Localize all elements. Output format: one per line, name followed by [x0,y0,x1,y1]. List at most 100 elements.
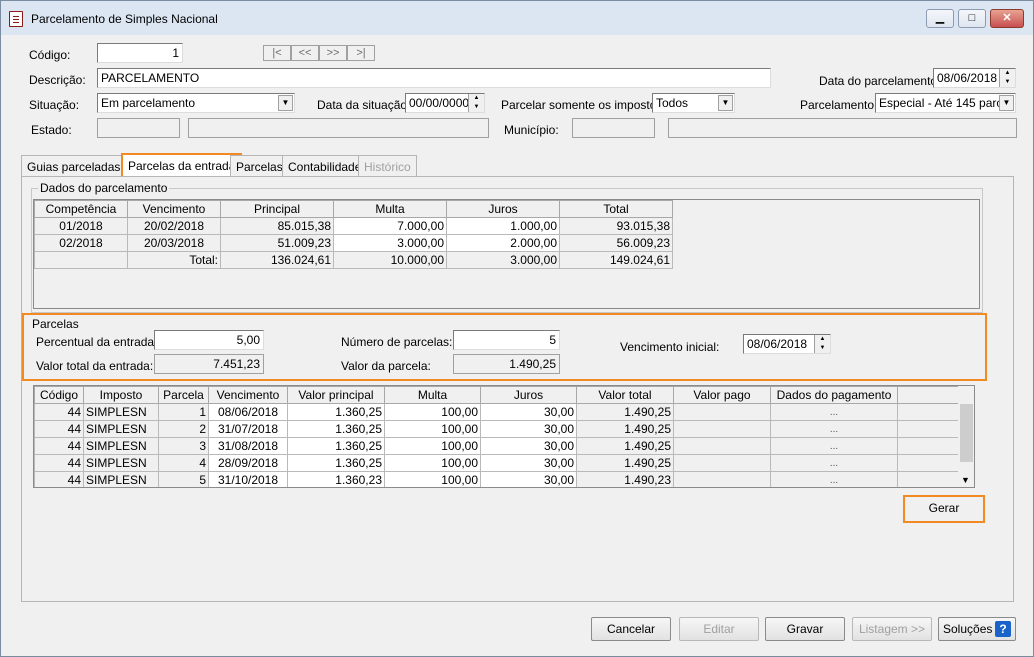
col-valor-principal[interactable]: Valor principal [287,386,385,404]
data-parcelamento-input[interactable]: 08/06/2018 ▲ ▼ [933,68,1016,88]
col-dados-pagamento[interactable]: Dados do pagamento [770,386,898,404]
cell[interactable]: 30,00 [480,454,577,472]
table-row[interactable]: 44 SIMPLESN 1 08/06/2018 1.360,25 100,00… [34,403,960,421]
parcelamento-select[interactable]: Especial - Até 145 parcel ▼ [875,93,1016,113]
tab-guias-parceladas[interactable]: Guias parceladas [21,155,127,177]
col-parcela[interactable]: Parcela [158,386,209,404]
cell[interactable]: 100,00 [384,420,481,438]
cell[interactable]: 1.360,25 [287,454,385,472]
cell: SIMPLESN [83,420,159,438]
dados-pagamento-button[interactable]: ... [770,437,898,455]
solucoes-button[interactable]: Soluções ? [938,617,1016,641]
cell[interactable]: 2.000,00 [446,234,560,252]
chevron-down-icon[interactable]: ▼ [961,475,970,485]
cell[interactable]: 30,00 [480,420,577,438]
gerar-button[interactable]: Gerar [907,499,981,519]
col-multa[interactable]: Multa [384,386,481,404]
col-codigo[interactable]: Código [34,386,84,404]
chevron-down-icon[interactable]: ▼ [718,95,733,111]
col-vencimento[interactable]: Vencimento [208,386,288,404]
table-row[interactable]: 44 SIMPLESN 4 28/09/2018 1.360,25 100,00… [34,454,960,472]
numero-parcelas-input[interactable]: 5 [453,330,560,350]
col-juros[interactable]: Juros [480,386,577,404]
dados-pagamento-button[interactable]: ... [770,471,898,487]
cell: 56.009,23 [559,234,673,252]
dados-pagamento-button[interactable]: ... [770,420,898,438]
col-imposto[interactable]: Imposto [83,386,159,404]
cancelar-button[interactable]: Cancelar [591,617,671,641]
percentual-input[interactable]: 5,00 [154,330,264,350]
cell[interactable]: 100,00 [384,403,481,421]
cell[interactable]: 1.000,00 [446,217,560,235]
table-row[interactable]: 02/2018 20/03/2018 51.009,23 3.000,00 2.… [34,234,673,252]
next-record-button[interactable]: >> [319,45,347,61]
cell[interactable]: 100,00 [384,437,481,455]
cell[interactable]: 31/08/2018 [208,437,288,455]
parcelas-entrada-grid[interactable]: Código Imposto Parcela Vencimento Valor … [33,385,975,488]
col-multa[interactable]: Multa [333,200,447,218]
data-situacao-input[interactable]: 00/00/0000 ▲ ▼ [405,93,485,113]
tab-parcelas-da-entrada[interactable]: Parcelas da entrada [121,153,243,178]
col-juros[interactable]: Juros [446,200,560,218]
maximize-button[interactable]: □ [958,9,986,28]
scrollbar-thumb[interactable] [960,404,973,462]
table-row[interactable]: 44 SIMPLESN 2 31/07/2018 1.360,25 100,00… [34,420,960,438]
estado-code-input[interactable] [97,118,180,138]
vencimento-inicial-spin[interactable]: ▲ ▼ [814,335,830,353]
table-row[interactable]: 44 SIMPLESN 3 31/08/2018 1.360,25 100,00… [34,437,960,455]
municipio-name-input[interactable] [668,118,1017,138]
cell[interactable]: 7.000,00 [333,217,447,235]
codigo-input[interactable]: 1 [97,43,183,63]
gravar-button[interactable]: Gravar [765,617,845,641]
cell[interactable]: 1.360,25 [287,437,385,455]
col-principal[interactable]: Principal [220,200,334,218]
cell[interactable]: 31/10/2018 [208,471,288,487]
cell[interactable]: 30,00 [480,437,577,455]
data-situacao-spin[interactable]: ▲ ▼ [468,94,484,112]
dados-pagamento-button[interactable]: ... [770,403,898,421]
municipio-code-input[interactable] [572,118,655,138]
cell: 1.490,23 [576,471,674,487]
first-record-button[interactable]: |< [263,45,291,61]
table-row[interactable]: 44 SIMPLESN 5 31/10/2018 1.360,23 100,00… [34,471,960,487]
dados-pagamento-button[interactable]: ... [770,454,898,472]
cell[interactable]: 100,00 [384,471,481,487]
cell: 5 [158,471,209,487]
cell[interactable]: 30,00 [480,471,577,487]
col-competencia[interactable]: Competência [34,200,128,218]
col-vencimento[interactable]: Vencimento [127,200,221,218]
previous-record-button[interactable]: << [291,45,319,61]
tab-contabilidade[interactable]: Contabilidade [282,155,368,177]
cell[interactable]: 28/09/2018 [208,454,288,472]
tab-parcelas[interactable]: Parcelas [230,155,289,177]
parcelar-select[interactable]: Todos ▼ [652,93,735,113]
minimize-button[interactable]: ▁ [926,9,954,28]
last-record-button[interactable]: >| [347,45,375,61]
descricao-input[interactable]: PARCELAMENTO [97,68,771,88]
chevron-down-icon[interactable]: ▼ [999,95,1014,111]
estado-name-input[interactable] [188,118,489,138]
cell[interactable]: 1.360,25 [287,403,385,421]
col-valor-pago[interactable]: Valor pago [673,386,771,404]
col-valor-total[interactable]: Valor total [576,386,674,404]
cell[interactable]: 100,00 [384,454,481,472]
close-button[interactable]: ✕ [990,9,1024,28]
cell[interactable]: 3.000,00 [333,234,447,252]
vertical-scrollbar[interactable]: ▼ [958,386,974,487]
cell[interactable]: 1.360,23 [287,471,385,487]
cell[interactable]: 08/06/2018 [208,403,288,421]
data-parcelamento-spin[interactable]: ▲ ▼ [999,69,1015,87]
cell: 1.490,25 [576,403,674,421]
dados-grid[interactable]: Competência Vencimento Principal Multa J… [33,199,980,309]
main-window: Parcelamento de Simples Nacional ▁ □ ✕ C… [0,0,1034,657]
cell[interactable]: 30,00 [480,403,577,421]
cell: 44 [34,454,84,472]
cell: 02/2018 [34,234,128,252]
cell[interactable]: 31/07/2018 [208,420,288,438]
chevron-down-icon[interactable]: ▼ [278,95,293,111]
situacao-select[interactable]: Em parcelamento ▼ [97,93,295,113]
vencimento-inicial-input[interactable]: 08/06/2018 ▲ ▼ [743,334,831,354]
table-row[interactable]: 01/2018 20/02/2018 85.015,38 7.000,00 1.… [34,217,673,235]
cell[interactable]: 1.360,25 [287,420,385,438]
col-total[interactable]: Total [559,200,673,218]
